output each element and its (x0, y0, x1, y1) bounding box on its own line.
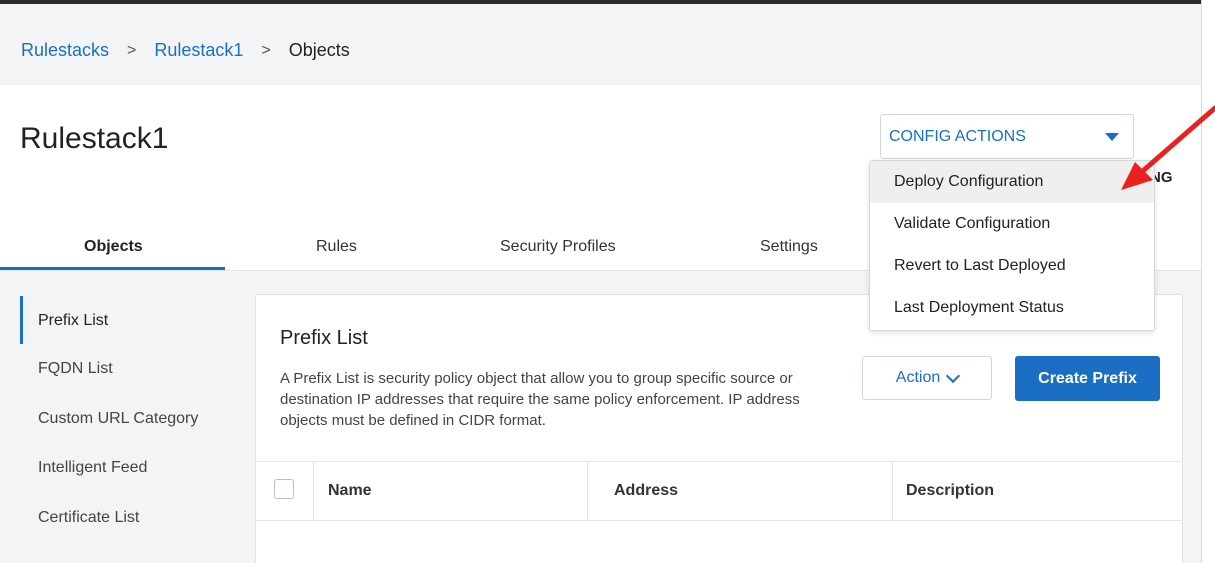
annotation-arrow-icon (1121, 105, 1215, 190)
tab-settings[interactable]: Settings (760, 238, 818, 256)
action-button[interactable]: Action (862, 356, 992, 400)
tab-objects[interactable]: Objects (84, 238, 143, 256)
column-divider (587, 462, 588, 520)
table-header: Name Address Description (256, 461, 1182, 521)
create-prefix-button[interactable]: Create Prefix (1015, 356, 1160, 401)
sidenav-item-certificate-list[interactable]: Certificate List (38, 509, 139, 527)
column-header-description[interactable]: Description (906, 462, 994, 520)
card-description: A Prefix List is security policy object … (280, 370, 800, 429)
prefix-list-card: Prefix List A Prefix List is security po… (255, 294, 1183, 563)
window-right-edge (1201, 0, 1215, 563)
column-header-address[interactable]: Address (614, 462, 678, 520)
tab-rules[interactable]: Rules (316, 238, 357, 256)
breadcrumb-separator: > (127, 41, 137, 59)
config-actions-menu: Deploy Configuration Validate Configurat… (869, 160, 1155, 331)
action-label: Action (895, 369, 941, 386)
menu-item-deploy-configuration[interactable]: Deploy Configuration (870, 161, 1154, 203)
breadcrumb-bar: Rulestacks > Rulestack1 > Objects (0, 4, 1201, 85)
config-actions-label: CONFIG ACTIONS (889, 127, 1026, 145)
menu-item-validate-configuration[interactable]: Validate Configuration (870, 203, 1154, 245)
breadcrumb-separator: > (261, 41, 271, 59)
chevron-down-icon (946, 368, 961, 383)
config-actions-button[interactable]: CONFIG ACTIONS (880, 114, 1134, 159)
menu-item-revert-to-last-deployed[interactable]: Revert to Last Deployed (870, 245, 1154, 287)
card-title: Prefix List (280, 327, 368, 349)
active-sidenav-indicator (20, 296, 23, 344)
breadcrumb-current: Objects (288, 40, 350, 60)
menu-item-last-deployment-status[interactable]: Last Deployment Status (870, 287, 1154, 329)
breadcrumb: Rulestacks > Rulestack1 > Objects (21, 40, 350, 61)
column-divider (313, 462, 314, 520)
breadcrumb-rulestacks[interactable]: Rulestacks (21, 40, 109, 61)
select-all-checkbox[interactable] (274, 479, 294, 499)
column-header-name[interactable]: Name (328, 462, 372, 520)
sidenav-item-custom-url-category[interactable]: Custom URL Category (38, 410, 198, 428)
sidenav-item-fqdn-list[interactable]: FQDN List (38, 360, 113, 378)
tab-security-profiles[interactable]: Security Profiles (500, 238, 616, 256)
breadcrumb-rulestack1[interactable]: Rulestack1 (154, 40, 243, 61)
sidenav-item-intelligent-feed[interactable]: Intelligent Feed (38, 459, 147, 477)
sidenav-item-prefix-list[interactable]: Prefix List (38, 312, 108, 330)
page-title: Rulestack1 (20, 122, 169, 155)
tab-bar: Objects Rules Security Profiles Settings (0, 226, 870, 271)
column-divider (892, 462, 893, 520)
